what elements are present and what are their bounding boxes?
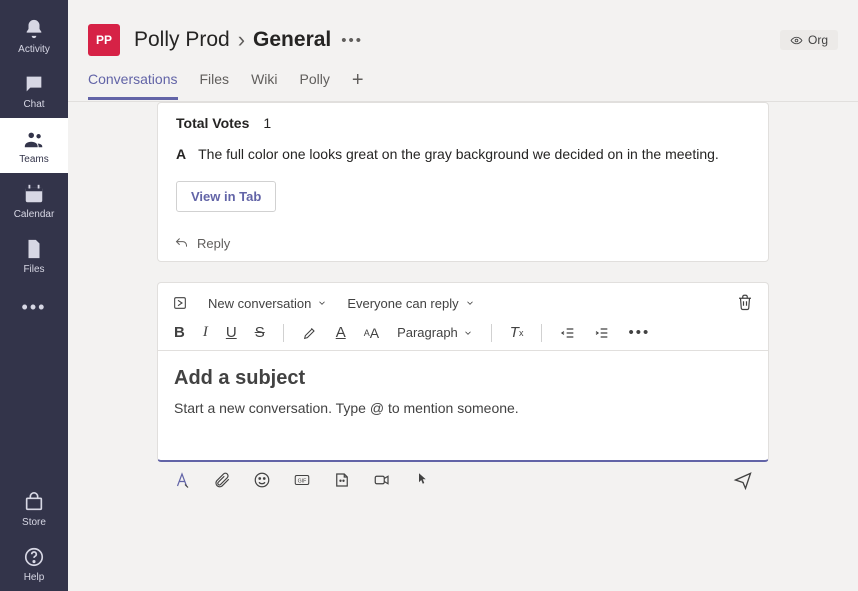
rail-label: Calendar [14, 209, 55, 220]
meetnow-button[interactable] [373, 471, 391, 489]
add-tab-button[interactable]: + [352, 69, 364, 102]
poll-card: Total Votes 1 A The full color one looks… [157, 102, 769, 262]
italic-button[interactable]: I [203, 324, 208, 341]
tab-wiki[interactable]: Wiki [251, 71, 277, 100]
teams-icon [23, 128, 45, 150]
svg-text:GIF: GIF [298, 478, 307, 484]
reply-scope-label: Everyone can reply [347, 296, 458, 311]
chevron-down-icon [465, 298, 475, 308]
send-button[interactable] [733, 470, 753, 490]
rail-calendar[interactable]: Calendar [0, 173, 68, 228]
strike-button[interactable]: S [255, 324, 265, 341]
rail-help[interactable]: Help [0, 536, 68, 591]
conversation-type-dropdown[interactable]: New conversation [208, 296, 327, 311]
chevron-down-icon [463, 328, 473, 338]
rail-label: Store [22, 517, 46, 528]
compose-textarea[interactable]: Add a subject Start a new conversation. … [158, 351, 768, 460]
reply-icon [174, 236, 189, 251]
rail-more[interactable]: ••• [0, 283, 68, 332]
separator [283, 324, 284, 342]
rail-chat[interactable]: Chat [0, 63, 68, 118]
main-area: PP Polly Prod › General ••• Org Conversa… [68, 0, 858, 591]
more-format-button[interactable]: ••• [628, 324, 650, 341]
reply-button[interactable]: Reply [158, 228, 768, 261]
font-size-button[interactable]: AA [364, 325, 379, 341]
compose-expand-icon[interactable] [172, 295, 188, 311]
message-feed: Total Votes 1 A The full color one looks… [68, 102, 858, 591]
store-icon [23, 491, 45, 513]
answer-letter: A [176, 145, 186, 165]
chat-icon [23, 73, 45, 95]
chevron-down-icon [317, 298, 327, 308]
paragraph-style-dropdown[interactable]: Paragraph [397, 325, 473, 340]
indent-button[interactable] [594, 325, 610, 341]
rail-label: Activity [18, 44, 50, 55]
bell-icon [23, 18, 45, 40]
trash-icon [736, 293, 754, 311]
attach-button[interactable] [213, 471, 231, 489]
org-chip[interactable]: Org [780, 30, 838, 50]
rail-label: Help [24, 572, 45, 583]
file-icon [23, 238, 45, 260]
view-in-tab-button[interactable]: View in Tab [176, 181, 276, 212]
highlight-button[interactable] [302, 325, 318, 341]
rail-activity[interactable]: Activity [0, 8, 68, 63]
answer-text: The full color one looks great on the gr… [198, 145, 750, 165]
team-name[interactable]: Polly Prod [134, 28, 230, 52]
font-color-button[interactable]: A [336, 324, 346, 341]
tab-files[interactable]: Files [200, 71, 230, 100]
calendar-icon [23, 183, 45, 205]
channel-name[interactable]: General [253, 28, 331, 52]
reply-label: Reply [197, 236, 230, 251]
sticker-button[interactable] [333, 471, 351, 489]
emoji-button[interactable] [253, 471, 271, 489]
header-more-icon[interactable]: ••• [341, 32, 363, 49]
clear-format-button[interactable]: Tx [510, 324, 524, 341]
discard-button[interactable] [736, 293, 754, 314]
help-icon [23, 546, 45, 568]
conv-type-label: New conversation [208, 296, 311, 311]
rail-label: Chat [23, 99, 44, 110]
reply-scope-dropdown[interactable]: Everyone can reply [347, 296, 474, 311]
total-votes-label: Total Votes [176, 115, 249, 131]
org-label: Org [808, 33, 828, 47]
bold-button[interactable]: B [174, 324, 185, 341]
compose-actions: GIF [157, 462, 769, 504]
rail-teams[interactable]: Teams [0, 118, 68, 173]
cursor-pointer-icon [413, 471, 431, 489]
eye-icon [790, 34, 803, 47]
rail-label: Teams [19, 154, 48, 165]
rail-store[interactable]: Store [0, 481, 68, 536]
total-votes-count: 1 [263, 115, 271, 131]
compose-box: New conversation Everyone can reply B I … [157, 282, 769, 462]
tab-conversations[interactable]: Conversations [88, 71, 178, 100]
channel-header: PP Polly Prod › General ••• Org [68, 0, 858, 64]
team-tile: PP [88, 24, 120, 56]
subject-placeholder[interactable]: Add a subject [174, 367, 752, 390]
separator [491, 324, 492, 342]
app-rail: Activity Chat Teams Calendar Files ••• S… [0, 0, 68, 591]
extensions-button[interactable] [413, 471, 431, 489]
chevron-right-icon: › [238, 27, 245, 53]
format-toolbar: B I U S A AA Paragraph Tx ••• [158, 320, 768, 351]
gif-button[interactable]: GIF [293, 471, 311, 489]
underline-button[interactable]: U [226, 324, 237, 341]
format-toggle-button[interactable] [173, 471, 191, 489]
tab-polly[interactable]: Polly [300, 71, 330, 100]
outdent-button[interactable] [560, 325, 576, 341]
paragraph-label: Paragraph [397, 325, 458, 340]
rail-label: Files [23, 264, 44, 275]
separator [541, 324, 542, 342]
rail-files[interactable]: Files [0, 228, 68, 283]
channel-tabs: Conversations Files Wiki Polly + [68, 64, 858, 102]
body-placeholder[interactable]: Start a new conversation. Type @ to ment… [174, 400, 752, 416]
header-title: Polly Prod › General ••• [134, 27, 363, 53]
